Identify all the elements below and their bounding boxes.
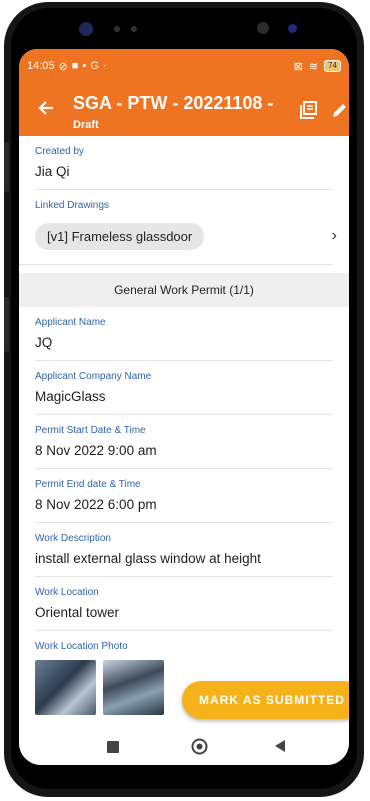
wifi-icon: ≋ xyxy=(308,60,319,73)
volume-button xyxy=(4,142,9,192)
field-label: Permit Start Date & Time xyxy=(35,425,146,436)
field-label: Linked Drawings xyxy=(35,200,109,211)
field-label: Applicant Name xyxy=(35,317,106,328)
page-subtitle: Draft xyxy=(73,119,99,131)
phone-frame: 14:05 ⊘ ■ ▪ G · ⊠ ≋ 74 SGA - PTW - 20221… xyxy=(4,2,364,797)
drawing-chip[interactable]: [v1] Frameless glassdoor xyxy=(35,223,205,250)
android-nav-bar xyxy=(19,726,349,765)
app-screen: 14:05 ⊘ ■ ▪ G · ⊠ ≋ 74 SGA - PTW - 20221… xyxy=(19,49,349,765)
field-label: Permit End date & Time xyxy=(35,479,141,490)
field-value: JQ xyxy=(35,335,333,361)
mark-submitted-button[interactable]: MARK AS SUBMITTED xyxy=(182,681,349,719)
form-content: Created by Jia Qi Linked Drawings [v1] F… xyxy=(19,136,349,718)
field-value: install external glass window at height xyxy=(35,551,333,577)
linked-drawing-row[interactable]: [v1] Frameless glassdoor › xyxy=(19,211,337,265)
field-label: Work Description xyxy=(35,533,111,544)
power-button xyxy=(4,297,9,352)
google-icon: G xyxy=(90,60,99,72)
camera-bar xyxy=(11,8,357,50)
sensor-icon xyxy=(131,26,137,32)
copy-icon[interactable] xyxy=(299,101,317,124)
field-value: Jia Qi xyxy=(35,164,333,190)
sensor-icon xyxy=(257,22,269,34)
field-company: Applicant Company Name MagicGlass xyxy=(19,361,349,415)
field-label: Work Location Photo xyxy=(35,641,128,652)
camera-icon xyxy=(79,22,93,36)
field-description: Work Description install external glass … xyxy=(19,523,349,577)
back-triangle-icon[interactable] xyxy=(273,739,287,758)
field-start-date: Permit Start Date & Time 8 Nov 2022 9:00… xyxy=(19,415,349,469)
page-title: SGA - PTW - 20221108 - xyxy=(73,93,274,113)
field-value: 8 Nov 2022 6:00 pm xyxy=(35,497,333,523)
battery-icon: 74 xyxy=(324,60,341,72)
back-arrow-icon[interactable] xyxy=(37,99,55,123)
sensor-icon xyxy=(114,26,120,32)
photo-thumbnail[interactable] xyxy=(35,660,96,715)
chevron-right-icon[interactable]: › xyxy=(332,227,337,245)
field-label: Created by xyxy=(35,146,84,157)
field-applicant-name: Applicant Name JQ xyxy=(19,307,349,361)
home-icon[interactable] xyxy=(191,738,208,760)
trash-icon: ▪ xyxy=(82,60,87,72)
phone-bezel: 14:05 ⊘ ■ ▪ G · ⊠ ≋ 74 SGA - PTW - 20221… xyxy=(11,8,357,789)
field-linked-drawings: Linked Drawings xyxy=(19,190,349,211)
dot-icon: · xyxy=(102,60,107,72)
field-value: Oriental tower xyxy=(35,605,333,631)
field-label: Applicant Company Name xyxy=(35,371,152,382)
photo-thumbnail[interactable] xyxy=(103,660,164,715)
close-box-icon: ⊠ xyxy=(293,60,303,73)
notif-off-icon: ⊘ xyxy=(58,60,68,73)
recent-apps-icon[interactable] xyxy=(107,740,119,758)
status-time: 14:05 xyxy=(27,60,55,72)
field-value: 8 Nov 2022 9:00 am xyxy=(35,443,333,469)
front-camera-icon xyxy=(288,24,297,33)
field-created-by: Created by Jia Qi xyxy=(19,136,349,190)
section-header: General Work Permit (1/1) xyxy=(19,273,349,307)
teams-icon: ■ xyxy=(71,60,79,72)
app-bar: 14:05 ⊘ ■ ▪ G · ⊠ ≋ 74 SGA - PTW - 20221… xyxy=(19,49,349,136)
edit-pencil-icon[interactable] xyxy=(331,101,349,124)
status-bar: 14:05 ⊘ ■ ▪ G · ⊠ ≋ 74 xyxy=(27,56,341,76)
field-end-date: Permit End date & Time 8 Nov 2022 6:00 p… xyxy=(19,469,349,523)
field-value: MagicGlass xyxy=(35,389,333,415)
field-location: Work Location Oriental tower xyxy=(19,577,349,631)
field-label: Work Location xyxy=(35,587,99,598)
